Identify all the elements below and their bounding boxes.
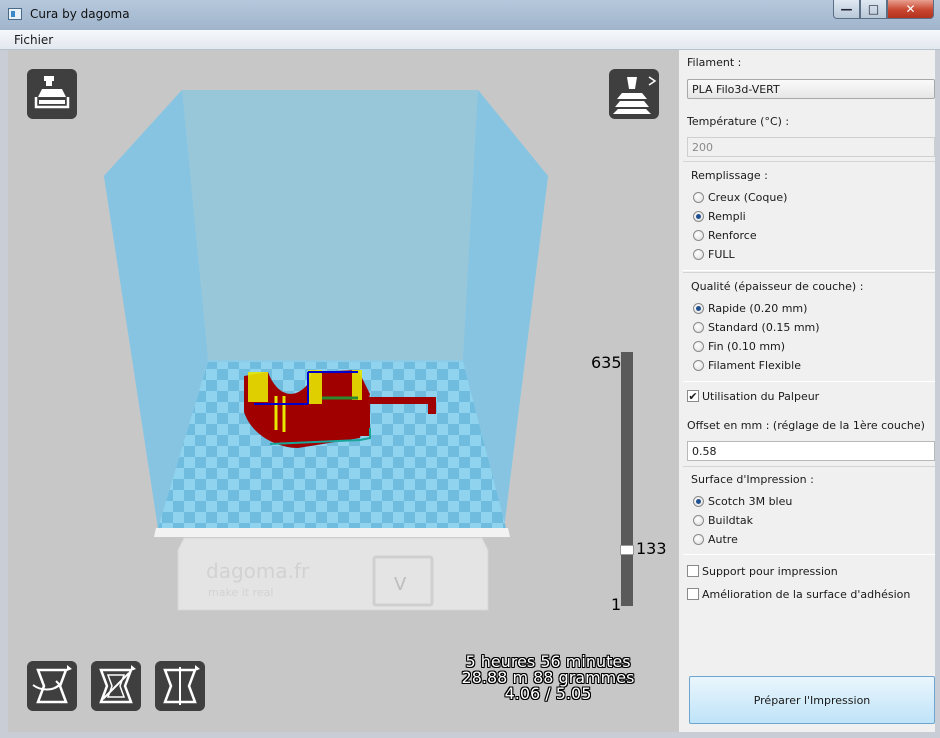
window-title: Cura by dagoma bbox=[30, 7, 130, 21]
surface-option-label: Scotch 3M bleu bbox=[708, 494, 793, 508]
temperature-field[interactable]: 200 bbox=[687, 137, 935, 157]
title-bar: Cura by dagoma — □ ✕ bbox=[0, 0, 940, 30]
maximize-button[interactable]: □ bbox=[860, 0, 887, 19]
layer-slider-track[interactable] bbox=[620, 352, 634, 606]
quality-option[interactable]: Standard (0.15 mm) bbox=[693, 319, 820, 335]
surface-title: Surface d'Impression : bbox=[691, 473, 814, 486]
printer-slogan: make it real bbox=[208, 586, 273, 599]
adhesion-checkbox-row[interactable]: Amélioration de la surface d'adhésion bbox=[687, 586, 910, 602]
support-label: Support pour impression bbox=[702, 564, 838, 578]
fill-option-label: Creux (Coque) bbox=[708, 190, 788, 204]
quality-radio[interactable] bbox=[693, 302, 704, 314]
quality-title: Qualité (épaisseur de couche) : bbox=[691, 280, 864, 293]
minimize-button[interactable]: — bbox=[833, 0, 860, 19]
support-checkbox-row[interactable]: Support pour impression bbox=[687, 563, 838, 579]
filament-label: Filament : bbox=[687, 56, 742, 69]
printer-badge: V bbox=[394, 574, 407, 595]
quality-option-label: Fin (0.10 mm) bbox=[708, 339, 786, 353]
fill-option-label: Rempli bbox=[708, 209, 746, 223]
probe-label: Utilisation du Palpeur bbox=[702, 389, 820, 403]
fill-option[interactable]: Renforce bbox=[693, 227, 757, 243]
layer-slider-handle[interactable] bbox=[620, 545, 634, 555]
layer-max-label: 635 bbox=[591, 353, 622, 372]
offset-field[interactable]: 0.58 bbox=[687, 441, 935, 461]
fill-option-label: Renforce bbox=[708, 228, 757, 242]
fill-radio[interactable] bbox=[693, 191, 704, 203]
quality-option-label: Standard (0.15 mm) bbox=[708, 320, 820, 334]
offset-label: Offset en mm : (réglage de la 1ère couch… bbox=[687, 419, 925, 432]
adhesion-label: Amélioration de la surface d'adhésion bbox=[702, 587, 911, 601]
surface-radio[interactable] bbox=[693, 514, 704, 526]
layer-min-label: 1 bbox=[611, 595, 622, 614]
fill-option[interactable]: FULL bbox=[693, 246, 735, 262]
menu-bar: Fichier bbox=[0, 30, 940, 50]
layer-current-label: 133 bbox=[636, 539, 667, 558]
mirror-icon[interactable] bbox=[155, 661, 205, 711]
filament-value: PLA Filo3d-VERT bbox=[692, 83, 780, 96]
support-checkbox[interactable] bbox=[687, 565, 699, 577]
fill-radio[interactable] bbox=[693, 210, 704, 222]
quality-option-label: Filament Flexible bbox=[708, 358, 801, 372]
close-button[interactable]: ✕ bbox=[887, 0, 934, 19]
build-volume bbox=[104, 90, 548, 537]
adhesion-checkbox[interactable] bbox=[687, 588, 699, 600]
printer-brand: dagoma.fr bbox=[206, 559, 310, 583]
fill-option[interactable]: Rempli bbox=[693, 208, 746, 224]
menu-fichier[interactable]: Fichier bbox=[14, 33, 53, 47]
temperature-label: Température (°C) : bbox=[687, 115, 790, 128]
3d-viewport[interactable]: dagoma.fr make it real V 635 133 1 5 heu… bbox=[8, 50, 678, 732]
surface-radio[interactable] bbox=[693, 495, 704, 507]
print-stats: 5 heures 56 minutes 28.88 m 88 grammes 4… bbox=[418, 654, 678, 702]
settings-panel: Filament : PLA Filo3d-VERT Température (… bbox=[678, 50, 935, 732]
probe-checkbox-row[interactable]: ✔ Utilisation du Palpeur bbox=[687, 388, 819, 404]
quality-radio[interactable] bbox=[693, 359, 704, 371]
filament-select[interactable]: PLA Filo3d-VERT bbox=[687, 79, 935, 99]
fill-radio[interactable] bbox=[693, 229, 704, 241]
surface-option-label: Autre bbox=[708, 532, 738, 546]
quality-option[interactable]: Fin (0.10 mm) bbox=[693, 338, 785, 354]
surface-option[interactable]: Scotch 3M bleu bbox=[693, 493, 792, 509]
bed-edge bbox=[154, 528, 510, 537]
quality-option-label: Rapide (0.20 mm) bbox=[708, 301, 808, 315]
fill-option-label: FULL bbox=[708, 247, 735, 261]
fill-option[interactable]: Creux (Coque) bbox=[693, 189, 787, 205]
quality-option[interactable]: Filament Flexible bbox=[693, 357, 801, 373]
quality-radio[interactable] bbox=[693, 321, 704, 333]
probe-checkbox[interactable]: ✔ bbox=[687, 390, 699, 402]
quality-radio[interactable] bbox=[693, 340, 704, 352]
print-ratio: 4.06 / 5.05 bbox=[504, 684, 592, 703]
printer-base: dagoma.fr make it real V bbox=[177, 537, 489, 611]
layer-view-icon[interactable] bbox=[609, 69, 659, 119]
fill-radio[interactable] bbox=[693, 248, 704, 260]
surface-option[interactable]: Buildtak bbox=[693, 512, 753, 528]
quality-option[interactable]: Rapide (0.20 mm) bbox=[693, 300, 807, 316]
scale-icon[interactable] bbox=[91, 661, 141, 711]
rotate-icon[interactable] bbox=[27, 661, 77, 711]
surface-option-label: Buildtak bbox=[708, 513, 754, 527]
surface-option[interactable]: Autre bbox=[693, 531, 738, 547]
load-model-icon[interactable] bbox=[27, 69, 77, 119]
prepare-print-button[interactable]: Préparer l'Impression bbox=[689, 676, 935, 724]
app-icon bbox=[8, 8, 22, 20]
fill-title: Remplissage : bbox=[691, 169, 768, 182]
surface-radio[interactable] bbox=[693, 533, 704, 545]
scene-render: dagoma.fr make it real V bbox=[104, 90, 548, 611]
window-controls: — □ ✕ bbox=[833, 0, 934, 20]
